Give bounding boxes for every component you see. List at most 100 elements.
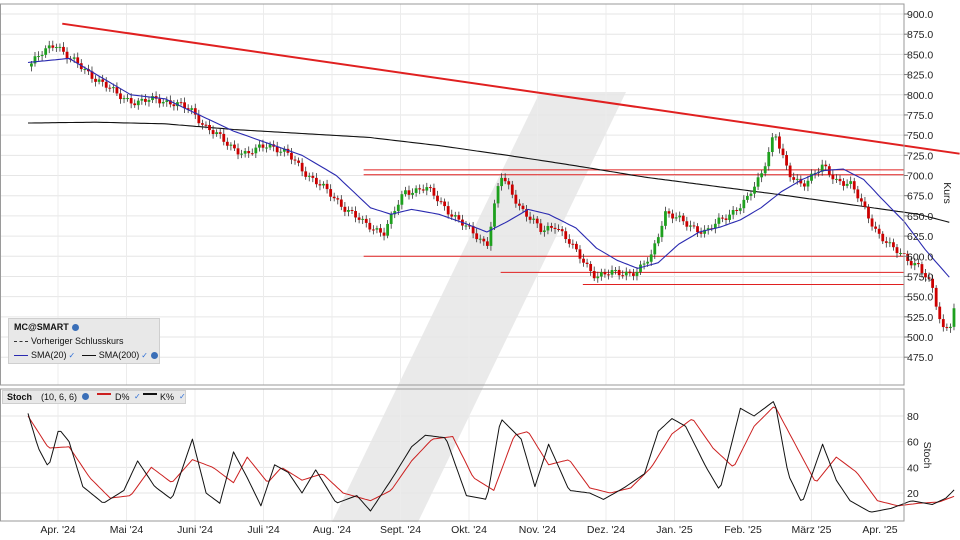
price-tick-label: 825.0: [907, 70, 933, 82]
candle-down: [582, 258, 585, 263]
candle-down: [485, 241, 489, 246]
time-tick-label: Juli '24: [247, 524, 280, 536]
check-icon[interactable]: ✓: [69, 351, 76, 360]
candle-up: [653, 243, 657, 255]
candle-up: [596, 276, 600, 279]
candle-down: [550, 225, 553, 228]
candle-down: [884, 241, 888, 243]
candle-down: [632, 273, 635, 276]
candle-down: [211, 130, 215, 135]
candle-up: [770, 137, 774, 153]
candle-up: [361, 218, 365, 220]
stoch-legend-title: Stoch: [7, 392, 33, 402]
candle-down: [934, 287, 938, 307]
candle-down: [592, 271, 596, 279]
candle-up: [279, 151, 283, 153]
candle-up: [688, 225, 692, 227]
candle-down: [314, 177, 318, 185]
candle-up: [753, 186, 756, 194]
candle-down: [681, 215, 685, 222]
candle-down: [343, 206, 347, 212]
candle-up: [147, 100, 151, 102]
candle-down: [482, 238, 486, 242]
price-tick-label: 675.0: [907, 191, 933, 203]
candle-down: [354, 211, 357, 218]
candle-down: [222, 133, 226, 142]
time-tick-label: Jan. '25: [656, 524, 693, 536]
candle-down: [938, 306, 942, 320]
candle-up: [425, 187, 429, 191]
candle-down: [357, 217, 361, 220]
candle-down: [179, 102, 183, 104]
time-tick-label: Nov. '24: [519, 524, 557, 536]
candle-down: [119, 93, 122, 100]
candle-up: [464, 225, 468, 227]
legend-prev-close: Vorheriger Schlusskurs: [14, 336, 124, 346]
time-tick-label: Aug. '24: [313, 524, 351, 536]
candle-down: [233, 144, 236, 149]
candle-down: [510, 184, 514, 195]
candle-up: [767, 152, 771, 167]
candle-up: [599, 272, 603, 277]
candle-up: [254, 147, 258, 154]
candle-up: [660, 225, 664, 238]
check-icon[interactable]: ✓: [141, 351, 148, 360]
check-icon[interactable]: ✓: [134, 392, 141, 401]
candle-down: [446, 206, 450, 215]
candle-up: [240, 153, 243, 155]
candle-down: [667, 211, 671, 214]
candle-down: [945, 327, 949, 329]
candle-down: [293, 159, 297, 161]
candle-down: [735, 209, 739, 211]
price-axis-title: Kurs: [941, 182, 953, 204]
settings-icon[interactable]: [150, 352, 158, 360]
candle-down: [339, 199, 343, 207]
candle-down: [432, 187, 436, 196]
candle-down: [802, 183, 806, 187]
stoch-tick-label: 40: [907, 462, 919, 474]
candle-down: [204, 124, 208, 126]
candle-down: [838, 178, 842, 182]
candle-up: [835, 178, 838, 180]
candle-up: [478, 238, 482, 240]
candle-down: [628, 271, 632, 274]
candle-down: [450, 214, 454, 217]
candle-down: [261, 144, 265, 148]
candle-down: [778, 136, 781, 149]
candle-down: [62, 46, 65, 52]
candle-up: [386, 223, 390, 236]
time-tick-label: Okt. '24: [451, 524, 487, 536]
candle-up: [307, 175, 311, 177]
candle-down: [129, 98, 133, 104]
candle-up: [717, 217, 721, 224]
candle-up: [396, 204, 400, 212]
candle-up: [453, 215, 457, 217]
candle-down: [275, 146, 279, 153]
candle-up: [122, 98, 126, 100]
candle-down: [297, 160, 300, 163]
candle-up: [140, 98, 144, 101]
candle-down: [443, 201, 447, 207]
candle-down: [311, 175, 315, 178]
time-tick-label: Apr. '25: [862, 524, 897, 536]
candle-up: [40, 54, 44, 57]
candle-down: [831, 174, 835, 180]
check-icon[interactable]: ✓: [179, 392, 186, 401]
candle-up: [806, 180, 810, 187]
legend-symbol: MC@SMART: [14, 322, 69, 332]
candle-up: [126, 98, 129, 100]
candle-down: [197, 114, 201, 124]
candle-down: [528, 216, 532, 220]
candle-up: [47, 45, 51, 49]
settings-icon[interactable]: [71, 324, 79, 332]
candle-down: [172, 104, 176, 107]
candle-down: [781, 148, 785, 156]
candle-down: [941, 319, 945, 328]
candle-down: [881, 233, 885, 242]
candle-up: [678, 215, 682, 218]
candle-down: [842, 181, 845, 186]
sma20-swatch-icon: [14, 355, 28, 357]
candle-down: [94, 78, 97, 82]
candle-down: [439, 201, 443, 203]
candle-up: [54, 47, 58, 49]
